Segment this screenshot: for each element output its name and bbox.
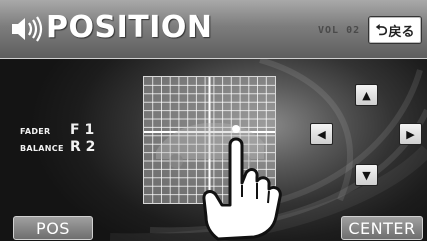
left-arrow-button[interactable]: ◀ [310,123,333,145]
position-screen: POSITION VOL 02 ⮌ 戻る FADER F 1 BALANCE R 2 [0,0,427,241]
volume-indicator: VOL 02 [318,25,361,36]
down-arrow-button[interactable]: ▼ [355,164,378,186]
up-arrow-icon: ▲ [362,88,371,102]
back-button-label: 戻る [388,24,415,40]
center-button[interactable]: CENTER [341,216,423,240]
listening-position-marker [232,125,240,133]
balance-row: BALANCE R 2 [20,136,95,155]
back-button[interactable]: ⮌ 戻る [368,16,422,44]
pointing-hand-icon [202,137,282,241]
return-arrow-icon: ⮌ [375,20,388,39]
balance-value: R 2 [70,139,96,155]
speaker-icon [12,16,43,42]
pos-button[interactable]: POS [13,216,93,240]
right-arrow-icon: ▶ [406,127,415,141]
balance-label: BALANCE [20,144,64,153]
left-arrow-icon: ◀ [317,127,326,141]
header-bar: POSITION VOL 02 ⮌ 戻る [0,0,427,59]
up-arrow-button[interactable]: ▲ [355,84,378,106]
right-arrow-button[interactable]: ▶ [399,123,422,145]
down-arrow-icon: ▼ [362,168,371,182]
fader-label: FADER [20,127,51,136]
page-title: POSITION [46,10,213,45]
